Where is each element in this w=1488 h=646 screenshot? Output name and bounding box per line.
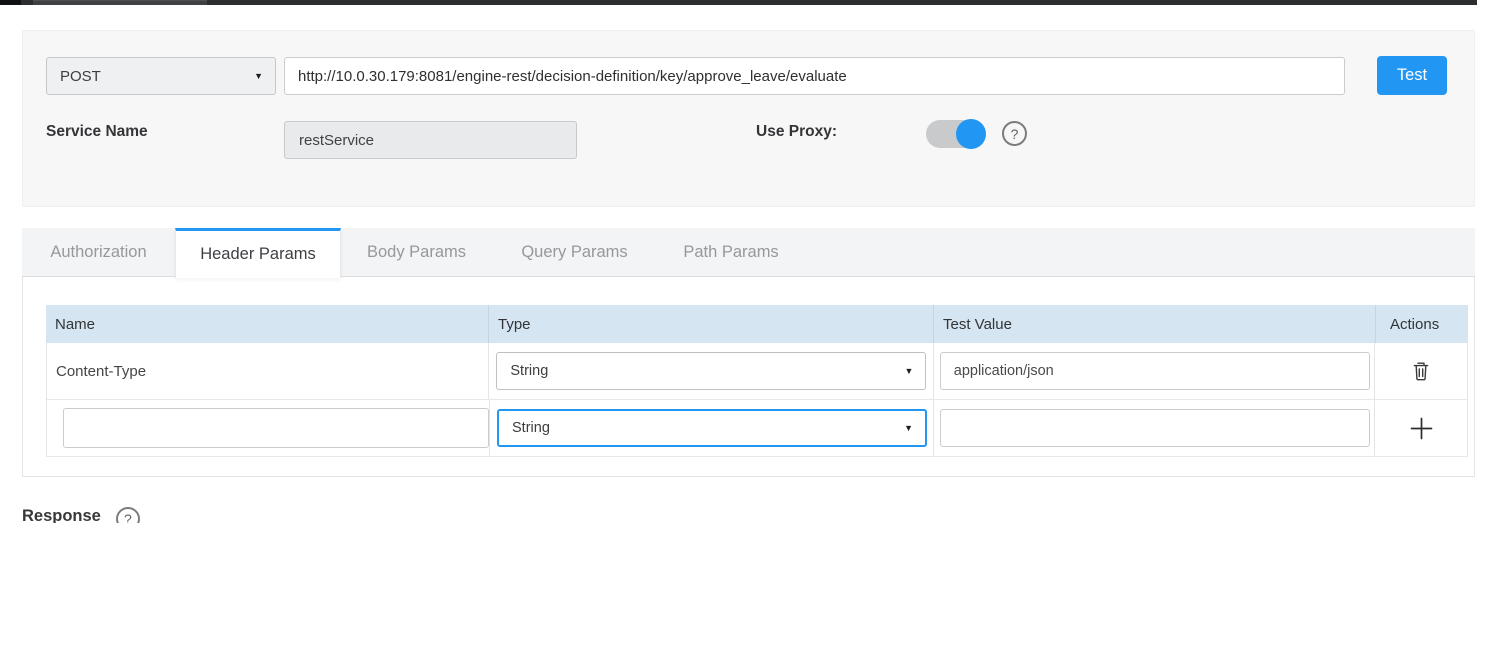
param-name-input[interactable] — [63, 408, 489, 448]
tab-header-params[interactable]: Header Params — [175, 228, 341, 278]
params-table-body: Content-Type String ▼ — [46, 343, 1468, 457]
response-label: Response — [22, 503, 101, 523]
params-table: Name Type Test Value Actions Content-Typ… — [46, 305, 1468, 457]
params-table-header: Name Type Test Value Actions — [46, 305, 1468, 343]
header-type: Type — [488, 305, 933, 343]
chevron-down-icon: ▼ — [904, 423, 913, 433]
header-params-panel: Name Type Test Value Actions Content-Typ… — [22, 277, 1475, 477]
chevron-down-icon: ▼ — [254, 71, 263, 81]
chevron-down-icon: ▼ — [904, 366, 913, 376]
response-section: Response ? — [22, 503, 140, 523]
tab-query-params[interactable]: Query Params — [492, 228, 657, 277]
param-type-cell: String ▼ — [488, 343, 932, 399]
http-method-value: POST — [60, 68, 101, 85]
param-type-select-focused[interactable]: String ▼ — [497, 409, 927, 447]
param-type-value: String — [510, 363, 548, 379]
response-help-icon[interactable]: ? — [116, 507, 140, 523]
tab-body-params[interactable]: Body Params — [341, 228, 492, 277]
use-proxy-label: Use Proxy: — [756, 123, 837, 141]
table-row: Content-Type String ▼ — [47, 343, 1467, 400]
tab-path-params[interactable]: Path Params — [657, 228, 805, 277]
service-name-label: Service Name — [46, 123, 148, 141]
params-tabstrip: Authorization Header Params Body Params … — [22, 228, 1475, 277]
page: POST ▼ Test Service Name Use Proxy: ? Au… — [0, 0, 1488, 646]
use-proxy-help-icon[interactable]: ? — [1002, 121, 1027, 146]
request-config-panel: POST ▼ Test Service Name Use Proxy: ? — [22, 30, 1475, 207]
param-type-value: String — [512, 420, 550, 436]
param-type-cell: String ▼ — [489, 400, 933, 456]
param-test-value-input[interactable] — [940, 352, 1370, 390]
use-proxy-toggle[interactable] — [926, 119, 986, 149]
toggle-knob-icon — [956, 119, 986, 149]
tab-authorization[interactable]: Authorization — [22, 228, 175, 277]
http-method-select[interactable]: POST ▼ — [46, 57, 276, 95]
request-url-input[interactable] — [284, 57, 1345, 95]
trash-icon — [1411, 360, 1431, 382]
param-name-cell: Content-Type — [47, 343, 488, 399]
test-button[interactable]: Test — [1377, 56, 1447, 95]
table-row: String ▼ — [47, 400, 1467, 457]
header-actions: Actions — [1375, 305, 1468, 343]
browser-chrome-strip — [0, 0, 1477, 5]
header-name: Name — [46, 305, 488, 343]
plus-icon — [1408, 415, 1435, 442]
param-actions-cell — [1374, 400, 1467, 456]
param-actions-cell — [1374, 343, 1467, 399]
param-type-select[interactable]: String ▼ — [496, 352, 926, 390]
delete-row-button[interactable] — [1407, 356, 1435, 386]
browser-tab-sliver — [33, 0, 207, 5]
service-name-input[interactable] — [284, 121, 577, 159]
header-test-value: Test Value — [933, 305, 1375, 343]
add-row-button[interactable] — [1404, 411, 1439, 446]
param-test-value-cell — [933, 343, 1374, 399]
param-test-value-input[interactable] — [940, 409, 1370, 447]
param-test-value-cell — [933, 400, 1374, 456]
browser-chrome-corner — [0, 0, 21, 5]
param-name-cell — [47, 400, 489, 456]
